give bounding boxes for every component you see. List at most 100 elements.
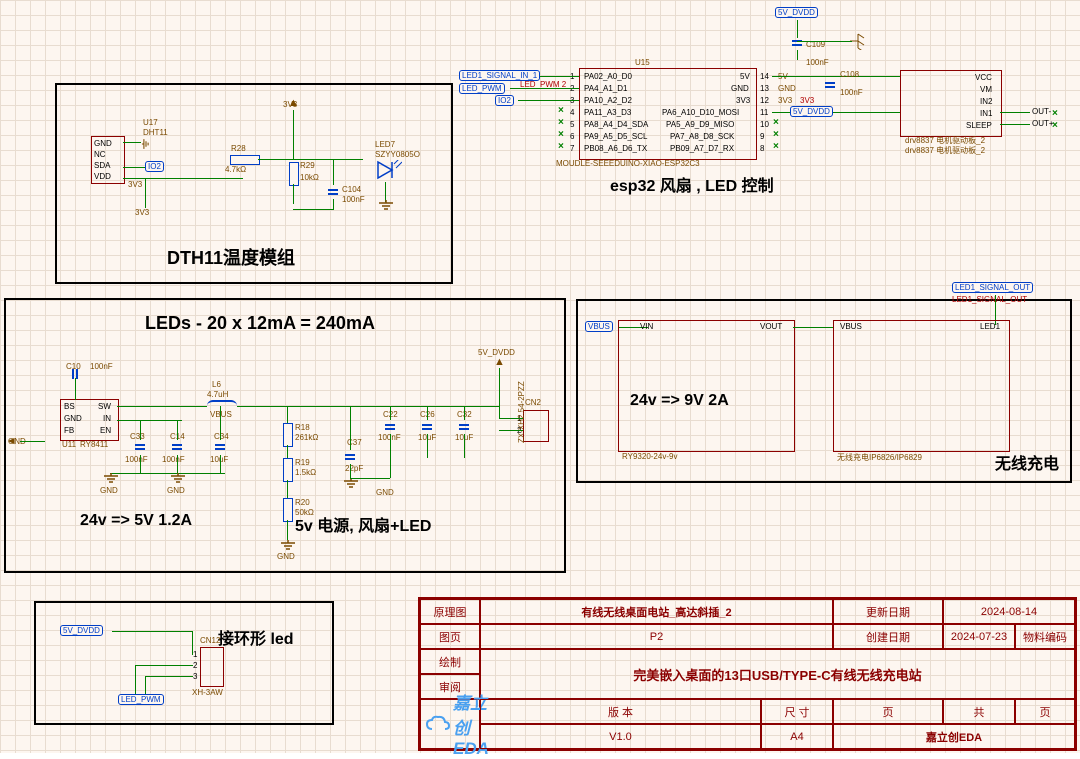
cn12-val: XH-3AW (192, 688, 223, 697)
u15-rn4: 10 (760, 120, 769, 129)
u15-ln4: 5 (570, 120, 574, 129)
r20-val: 50kΩ (295, 508, 314, 517)
gnd-lbl1: GND (100, 486, 118, 495)
u15-rn5: 9 (760, 132, 764, 141)
dth11-title: DTH11温度模组 (167, 244, 295, 270)
net-vbus-wc: VBUS (585, 321, 613, 332)
esp32-title: esp32 风扇 , LED 控制 (610, 172, 774, 196)
c108-ref: C108 (840, 70, 859, 79)
c14 (172, 440, 182, 454)
pwr-3v3-icon: ▲ (288, 97, 299, 109)
u17-val: DHT11 (143, 128, 168, 137)
u15-val: MOUDLE-SEEEDUINO-XIAO-ESP32C3 (556, 159, 700, 168)
u15-r0: 5V (740, 72, 750, 81)
c33 (135, 440, 145, 454)
u11-p-in: IN (103, 414, 111, 423)
c26 (422, 420, 432, 434)
u17-p-nc: NC (94, 150, 106, 159)
c104-ref: C104 (342, 185, 361, 194)
tb-r6c3: 嘉立创EDA (833, 724, 1075, 749)
cn12-body (200, 647, 224, 687)
u15-r3: PA6_A10_D10_MOSI (662, 108, 739, 117)
u15-rn2: 12 (760, 96, 769, 105)
u17-p-vdd: VDD (94, 172, 111, 181)
leds-title: LEDs - 20 x 12mA = 240mA (145, 313, 375, 334)
c108-val: 100nF (840, 88, 863, 97)
net-ledpwm-esp: LED_PWM (459, 83, 505, 94)
cn12-p2: 2 (193, 661, 197, 670)
u15-ln5: 6 (570, 132, 574, 141)
cloud-icon (425, 713, 451, 734)
drv-p1: VM (980, 85, 992, 94)
r19 (283, 458, 293, 482)
u15-ref: U15 (635, 58, 650, 67)
u11-ref: U11 (62, 440, 76, 449)
cn2-ref: CN2 (525, 398, 541, 407)
wc-ref: 无线充电IP6826/IP6829 (837, 452, 922, 463)
c10-ref: C10 (66, 362, 81, 371)
u15-r5: PA7_A8_D8_SCK (670, 132, 734, 141)
ry9320-body (618, 320, 795, 452)
tb-r2c1: 图页 (420, 624, 480, 649)
net-io2-dth11: IO2 (145, 161, 164, 172)
l6-ref: L6 (212, 380, 221, 389)
u15-l2: PA10_A2_D2 (584, 96, 632, 105)
c109 (792, 36, 802, 50)
nc-r6: × (773, 141, 779, 152)
tb-r1c2: 有线无线桌面电站_高达斜插_2 (480, 599, 833, 624)
led-icon (376, 160, 402, 189)
leds-sub2: 5v 电源, 风扇+LED (295, 512, 431, 536)
net-3v3-b: 3V3 (135, 208, 149, 217)
drv-p2: IN2 (980, 97, 992, 106)
net-led1sig-out-red: LED1_SIGNAL_OUT (952, 295, 1027, 304)
u15-l1: PA4_A1_D1 (584, 84, 627, 93)
nc-out2: × (1052, 120, 1058, 131)
r18-ref: R18 (295, 423, 310, 432)
c22 (385, 420, 395, 434)
gnd-c14 (170, 473, 186, 485)
gnd-r20 (280, 540, 296, 552)
r29 (289, 162, 299, 186)
c14-val: 100nF (162, 455, 185, 464)
tb-r6c2: A4 (761, 724, 833, 749)
net-5vdvd-drv: 5V_DVDD (790, 106, 833, 117)
r18 (283, 423, 293, 447)
c10-val: 100nF (90, 362, 113, 371)
r29-ref: R29 (300, 161, 315, 170)
cn2-val: ZX-XH2.54-2PZZ (517, 381, 526, 443)
c32 (459, 420, 469, 434)
c104 (328, 185, 338, 199)
tb-r1c1: 原理图 (420, 599, 480, 624)
drv-p0: VCC (975, 73, 992, 82)
u11-p-en: EN (100, 426, 111, 435)
cn2-body (523, 410, 549, 442)
r28-ref: R28 (231, 144, 246, 153)
net-5v-dvdd-top: 5V_DVDD (775, 7, 818, 18)
gnd-u17 (142, 138, 150, 149)
nc-x3: × (558, 129, 564, 140)
drv-val: drv8837 电机驱动板_2 (905, 145, 985, 156)
c108 (825, 78, 835, 92)
out-plus: OUT+ (1032, 119, 1054, 128)
u11-p-sw: SW (98, 402, 111, 411)
u15-r6: PB09_A7_D7_RX (670, 144, 734, 153)
c34 (215, 440, 225, 454)
wc-vbus: VBUS (840, 322, 862, 331)
u15-l0: PA02_A0_D0 (584, 72, 632, 81)
tb-r5c4: 共 (943, 699, 1015, 724)
wc-led1: LED1 (980, 322, 1000, 331)
r20 (283, 498, 293, 522)
schematic-canvas: DTH11温度模组 U17 DHT11 GND NC SDA VDD IO2 3… (0, 0, 1080, 753)
u15-l3: PA11_A3_D3 (584, 108, 631, 117)
tb-r3c2: 完美嵌入桌面的13口USB/TYPE-C有线无线充电站 (480, 649, 1075, 699)
r19-val: 1.5kΩ (295, 468, 316, 477)
c33-ref: C33 (130, 432, 145, 441)
nc-x4: × (558, 141, 564, 152)
tb-r5c3: 页 (833, 699, 943, 724)
c109-val: 100nF (806, 58, 829, 67)
c37-val: 22pF (345, 464, 363, 473)
u15-rn1: 13 (760, 84, 769, 93)
r28 (230, 155, 260, 165)
tb-r2c3: 创建日期 (833, 624, 943, 649)
u17-ref: U17 (143, 118, 158, 127)
